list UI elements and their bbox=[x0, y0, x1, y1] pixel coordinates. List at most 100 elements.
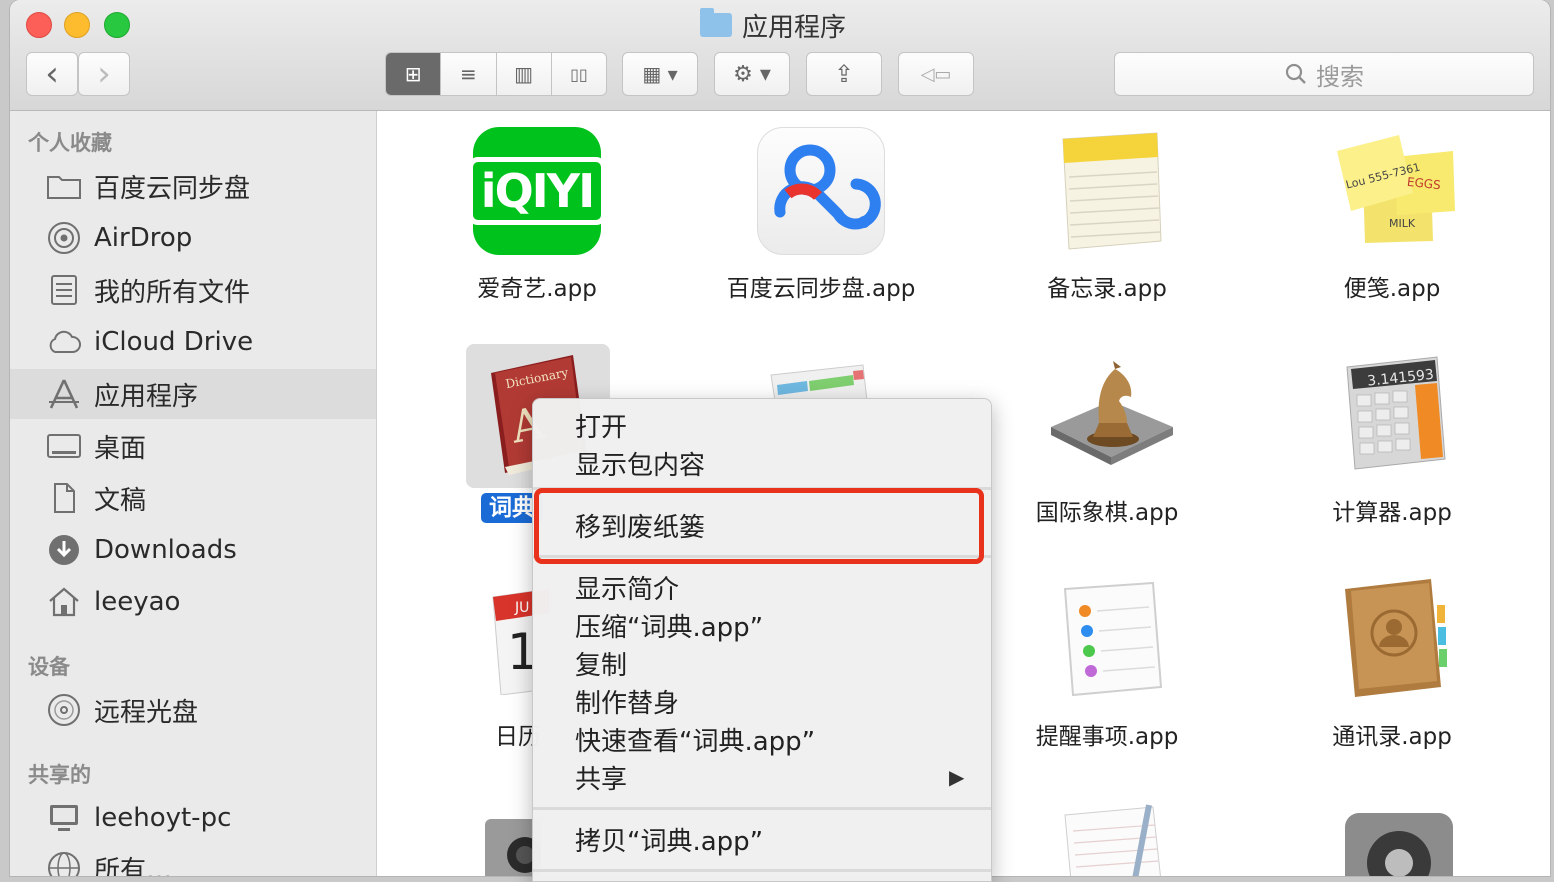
documents-icon bbox=[46, 482, 82, 514]
app-label: 便笺.app bbox=[1343, 276, 1441, 302]
sidebar-item-label: 远程光盘 bbox=[94, 697, 199, 728]
sidebar-item-label: AirDrop bbox=[94, 223, 193, 253]
sidebar-item-label: 文稿 bbox=[94, 485, 147, 516]
app-label: 计算器.app bbox=[1332, 500, 1452, 526]
notes-icon bbox=[1049, 129, 1169, 253]
sidebar-item-baidu-cloud[interactable]: 百度云同步盘 bbox=[10, 161, 376, 211]
columns-icon: ▥ bbox=[514, 62, 534, 86]
chevron-left-icon: ‹ bbox=[45, 54, 59, 94]
disc-icon bbox=[46, 694, 82, 726]
window-title: 应用程序 bbox=[700, 8, 846, 43]
tags-button[interactable]: ◁▭ bbox=[898, 52, 974, 96]
submenu-arrow-icon: ▶ bbox=[949, 765, 965, 789]
annotation-highlight-box bbox=[534, 488, 984, 564]
sidebar-item-downloads[interactable]: Downloads bbox=[10, 525, 376, 575]
svg-text:JU: JU bbox=[514, 600, 529, 616]
menu-item-make-alias[interactable]: 制作替身 bbox=[575, 683, 679, 720]
grid-icon: ⊞ bbox=[404, 62, 422, 86]
arrange-button[interactable]: ▦ ▾ bbox=[622, 52, 698, 96]
iqiyi-icon: iQIYI bbox=[467, 127, 607, 255]
gear-icon: ⚙ ▾ bbox=[733, 61, 771, 87]
coverflow-view-button[interactable]: ▯▯ bbox=[551, 53, 606, 95]
sidebar-item-airdrop[interactable]: AirDrop bbox=[10, 213, 376, 263]
icon-view-button[interactable]: ⊞ bbox=[386, 53, 442, 95]
menu-item-compress[interactable]: 压缩“词典.app” bbox=[575, 607, 763, 644]
downloads-icon bbox=[46, 534, 82, 566]
tag-icon: ◁▭ bbox=[920, 63, 952, 85]
home-icon bbox=[46, 586, 82, 618]
desktop-icon bbox=[46, 430, 82, 462]
textedit-app-icon bbox=[1057, 801, 1167, 876]
preview-app-icon bbox=[767, 361, 877, 402]
sidebar-item-leehoyt-pc[interactable]: leehoyt-pc bbox=[10, 793, 376, 843]
list-icon: ≡ bbox=[459, 62, 477, 86]
menu-item-show-package-contents[interactable]: 显示包内容 bbox=[575, 445, 705, 482]
menu-item-open[interactable]: 打开 bbox=[575, 407, 627, 444]
sidebar-item-all-files[interactable]: 我的所有文件 bbox=[10, 265, 376, 315]
menu-item-share[interactable]: 共享 bbox=[575, 759, 627, 796]
sidebar-item-label: iCloud Drive bbox=[94, 327, 254, 357]
sidebar-item-remote-disc[interactable]: 远程光盘 bbox=[10, 685, 376, 735]
chevron-right-icon: › bbox=[97, 54, 111, 94]
sidebar-item-label: 应用程序 bbox=[94, 381, 199, 412]
search-placeholder: 搜索 bbox=[1316, 62, 1364, 91]
app-label: 国际象棋.app bbox=[1035, 500, 1179, 526]
share-icon: ⇪ bbox=[833, 60, 855, 88]
devices-heading: 设备 bbox=[28, 655, 70, 679]
close-window-button[interactable] bbox=[26, 12, 52, 38]
system-preferences-icon bbox=[1343, 811, 1455, 876]
forward-button[interactable]: › bbox=[78, 52, 130, 96]
sidebar-item-desktop[interactable]: 桌面 bbox=[10, 421, 376, 471]
coverflow-icon: ▯▯ bbox=[570, 64, 588, 84]
share-button[interactable]: ⇪ bbox=[806, 52, 882, 96]
stickies-icon: MILK EGGS Lou 555-7361 bbox=[1329, 133, 1455, 245]
menu-item-get-info[interactable]: 显示简介 bbox=[575, 569, 679, 606]
sidebar-item-label: leehoyt-pc bbox=[94, 803, 232, 833]
sidebar-item-home[interactable]: leeyao bbox=[10, 577, 376, 627]
folder-icon bbox=[46, 170, 82, 202]
menu-item-quick-look[interactable]: 快速查看“词典.app” bbox=[575, 721, 815, 758]
favorites-heading: 个人收藏 bbox=[28, 131, 112, 155]
cloud-icon bbox=[46, 326, 82, 358]
chess-icon bbox=[1049, 359, 1175, 469]
applications-icon bbox=[46, 378, 82, 410]
zoom-window-button[interactable] bbox=[104, 12, 130, 38]
app-label: 爱奇艺.app bbox=[477, 276, 597, 302]
baidu-cloud-icon bbox=[757, 127, 885, 255]
search-field[interactable]: 搜索 bbox=[1114, 52, 1534, 96]
arrange-icon: ▦ ▾ bbox=[642, 62, 678, 86]
action-button[interactable]: ⚙ ▾ bbox=[714, 52, 790, 96]
menu-item-copy[interactable]: 拷贝“词典.app” bbox=[575, 821, 763, 858]
context-menu: 打开 显示包内容 移到废纸篓 显示简介 压缩“词典.app” 复制 制作替身 快… bbox=[532, 398, 992, 882]
sidebar-item-applications[interactable]: 应用程序 bbox=[10, 369, 376, 419]
calculator-icon: 3.141593 bbox=[1341, 355, 1449, 471]
sidebar: 个人收藏 百度云同步盘 AirDrop 我的所有文件 iCloud Drive … bbox=[10, 111, 377, 876]
shared-heading: 共享的 bbox=[28, 763, 91, 787]
sidebar-item-label: 所有… bbox=[94, 855, 173, 877]
app-label: 日历 bbox=[495, 724, 541, 750]
app-label: 备忘录.app bbox=[1047, 276, 1167, 302]
computer-icon bbox=[46, 802, 82, 834]
view-mode-control: ⊞ ≡ ▥ ▯▯ bbox=[385, 52, 607, 96]
sidebar-item-label: Downloads bbox=[94, 535, 237, 565]
network-icon bbox=[46, 852, 82, 876]
sidebar-item-label: 我的所有文件 bbox=[94, 277, 251, 308]
app-label: 百度云同步盘.app bbox=[726, 276, 916, 302]
column-view-button[interactable]: ▥ bbox=[496, 53, 552, 95]
sidebar-item-documents[interactable]: 文稿 bbox=[10, 473, 376, 523]
reminders-icon bbox=[1057, 581, 1167, 701]
menu-item-duplicate[interactable]: 复制 bbox=[575, 645, 627, 682]
all-files-icon bbox=[46, 274, 82, 306]
airdrop-icon bbox=[46, 222, 82, 254]
applications-folder-icon bbox=[700, 8, 732, 37]
sidebar-item-all-network[interactable]: 所有… bbox=[10, 843, 376, 876]
app-label: 提醒事项.app bbox=[1035, 724, 1179, 750]
toolbar: 应用程序 ‹ › ⊞ ≡ ▥ ▯▯ ▦ ▾ ⚙ ▾ ⇪ ◁▭ 搜索 bbox=[10, 0, 1550, 111]
sidebar-item-icloud-drive[interactable]: iCloud Drive bbox=[10, 317, 376, 367]
minimize-window-button[interactable] bbox=[64, 12, 90, 38]
list-view-button[interactable]: ≡ bbox=[441, 53, 497, 95]
svg-text:MILK: MILK bbox=[1389, 217, 1416, 230]
sidebar-item-label: 百度云同步盘 bbox=[94, 173, 251, 204]
back-button[interactable]: ‹ bbox=[26, 52, 78, 96]
app-label: 通讯录.app bbox=[1332, 724, 1452, 750]
